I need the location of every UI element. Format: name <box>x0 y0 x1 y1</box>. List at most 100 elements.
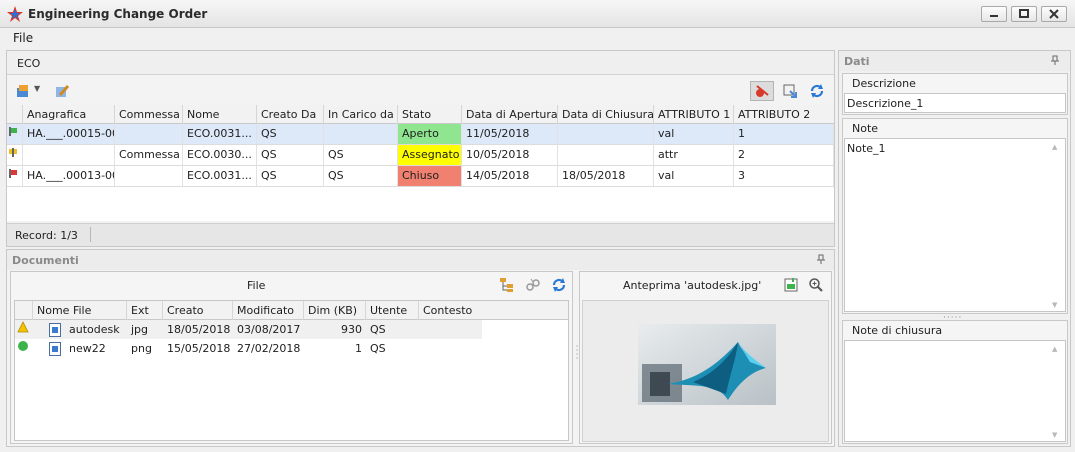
tree-view-button[interactable] <box>497 276 517 294</box>
status-badge: Chiuso <box>398 166 462 186</box>
eco-status-bar: Record: 1/3 <box>7 223 834 246</box>
note-field[interactable]: Note_1 ▲ ▼ <box>844 138 1066 312</box>
open-image-button[interactable] <box>781 276 801 294</box>
table-row[interactable]: new22 png 15/05/2018 27/02/2018 1 QS <box>15 339 482 358</box>
eco-panel-title: ECO <box>17 57 41 70</box>
menu-bar: File <box>0 28 1075 48</box>
col-stato[interactable]: Stato <box>398 105 462 124</box>
note-chiusura-field[interactable]: ▲ ▼ <box>844 340 1066 442</box>
preview-header: Anteprima 'autodesk.jpg' <box>580 272 831 298</box>
col-nome-file[interactable]: Nome File <box>33 301 127 320</box>
green-flag-icon <box>9 127 17 136</box>
menu-file[interactable]: File <box>13 31 33 45</box>
col-creato[interactable]: Creato <box>163 301 233 320</box>
refresh-icon <box>552 278 566 292</box>
scroll-down-icon[interactable]: ▼ <box>1052 431 1057 439</box>
col-data-chiusura[interactable]: Data di Chiusura <box>558 105 654 124</box>
chain-unlink-icon <box>526 278 540 291</box>
refresh-button[interactable] <box>807 82 827 100</box>
edit-pencil-icon <box>56 85 70 97</box>
table-row[interactable]: HA.___.00015-00 ECO.0031... QS Aperto 11… <box>7 124 834 145</box>
close-icon <box>1049 9 1059 19</box>
tree-structure-icon <box>500 278 513 292</box>
maximize-button[interactable] <box>1011 6 1037 22</box>
maximize-icon <box>1019 9 1029 18</box>
eco-grid-header: Anagrafica Commessa Nome Creato Da In Ca… <box>7 105 834 124</box>
descrizione-group: Descrizione Descrizione_1 <box>842 73 1068 115</box>
zoom-in-icon <box>809 278 823 292</box>
status-divider <box>90 227 91 242</box>
note-chiusura-group: Note di chiusura ▲ ▼ <box>842 320 1068 444</box>
autodesk-preview-image <box>638 324 776 405</box>
minimize-icon <box>990 15 998 17</box>
files-title: File <box>247 279 266 292</box>
image-save-icon <box>784 278 798 292</box>
table-row[interactable]: Commessa 1 ECO.0030... QS QS Assegnato 1… <box>7 145 834 166</box>
filter-toggle-button[interactable] <box>750 81 774 101</box>
title-bar: Engineering Change Order <box>0 0 1075 28</box>
warning-icon <box>17 321 29 333</box>
files-header: File <box>11 272 572 298</box>
col-dim-kb[interactable]: Dim (KB) <box>304 301 366 320</box>
app-star-icon <box>7 6 23 22</box>
ok-dot-icon <box>18 341 28 351</box>
preview-title: Anteprima 'autodesk.jpg' <box>623 279 762 292</box>
zoom-button[interactable] <box>806 276 826 294</box>
record-count: Record: 1/3 <box>15 229 78 242</box>
minimize-button[interactable] <box>981 6 1007 22</box>
col-in-carico-da[interactable]: In Carico da <box>324 105 398 124</box>
col-data-apertura[interactable]: Data di Apertura <box>462 105 558 124</box>
col-ext[interactable]: Ext <box>127 301 163 320</box>
eco-panel: ECO ▼ Anagrafica Commessa Nome Creato Da… <box>6 50 835 247</box>
pin-icon[interactable] <box>816 254 826 264</box>
col-nome[interactable]: Nome <box>183 105 257 124</box>
filter-funnel-icon <box>756 85 769 97</box>
unlink-button[interactable] <box>523 276 543 294</box>
export-icon <box>783 84 797 98</box>
new-eco-dropdown-arrow-icon[interactable]: ▼ <box>34 84 40 93</box>
col-contesto[interactable]: Contesto <box>419 301 568 320</box>
pin-icon[interactable] <box>1050 55 1060 65</box>
note-group: Note Note_1 ▲ ▼ <box>842 118 1068 314</box>
dati-title: Dati <box>844 55 870 68</box>
dati-header: Dati <box>839 51 1070 71</box>
col-anagrafica[interactable]: Anagrafica <box>23 105 115 124</box>
refresh-icon <box>810 84 824 98</box>
col-attributo-2[interactable]: ATTRIBUTO 2 <box>734 105 834 124</box>
eco-grid: Anagrafica Commessa Nome Creato Da In Ca… <box>7 105 834 221</box>
file-image-icon <box>49 323 61 337</box>
export-button[interactable] <box>780 82 800 100</box>
preview-area <box>582 300 829 442</box>
col-creato-da[interactable]: Creato Da <box>257 105 324 124</box>
files-grid-header: Nome File Ext Creato Modificato Dim (KB)… <box>15 301 568 320</box>
edit-eco-button[interactable] <box>52 82 72 100</box>
descrizione-field[interactable]: Descrizione_1 <box>844 93 1066 113</box>
descrizione-label: Descrizione <box>852 77 916 90</box>
scroll-up-icon[interactable]: ▲ <box>1052 143 1057 151</box>
note-label: Note <box>852 122 879 135</box>
col-attributo-1[interactable]: ATTRIBUTO 1 <box>654 105 734 124</box>
table-row[interactable]: autodesk jpg 18/05/2018 03/08/2017 930 Q… <box>15 320 482 339</box>
col-utente[interactable]: Utente <box>366 301 419 320</box>
dati-panel: Dati Descrizione Descrizione_1 Note Note… <box>838 50 1071 447</box>
col-modificato[interactable]: Modificato <box>233 301 304 320</box>
refresh-files-button[interactable] <box>549 276 569 294</box>
eco-panel-header: ECO <box>7 51 834 75</box>
new-document-icon <box>17 85 28 97</box>
status-badge: Aperto <box>398 124 462 144</box>
eco-toolbar: ▼ <box>7 78 834 104</box>
window-title: Engineering Change Order <box>28 7 208 21</box>
close-button[interactable] <box>1041 6 1067 22</box>
scroll-up-icon[interactable]: ▲ <box>1052 345 1057 353</box>
documenti-title: Documenti <box>12 254 79 267</box>
table-row[interactable]: HA.___.00013-00 ECO.0031... QS QS Chiuso… <box>7 166 834 187</box>
scroll-down-icon[interactable]: ▼ <box>1052 301 1057 309</box>
file-image-icon <box>49 342 61 356</box>
new-eco-button[interactable] <box>13 82 33 100</box>
col-commessa[interactable]: Commessa <box>115 105 183 124</box>
files-grid: Nome File Ext Creato Modificato Dim (KB)… <box>14 300 569 441</box>
documenti-panel: Documenti File Nome File Ext Creato Modi… <box>6 249 835 447</box>
yellow-flag-icon <box>9 148 17 157</box>
preview-subpanel: Anteprima 'autodesk.jpg' <box>579 271 832 444</box>
red-flag-icon <box>9 169 17 178</box>
